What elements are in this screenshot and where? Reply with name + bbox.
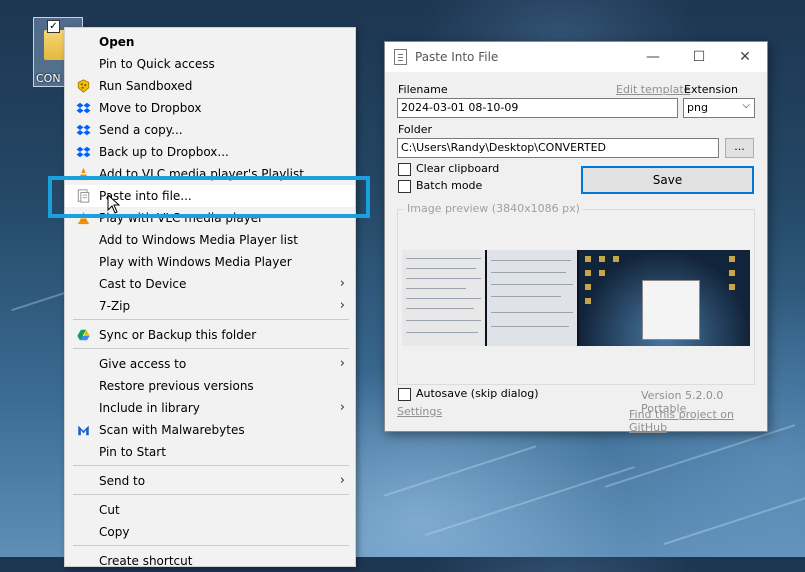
desktop-icon-label: CON [36, 72, 61, 85]
settings-link[interactable]: Settings [397, 405, 442, 418]
menu-separator [73, 465, 349, 466]
app-icon [394, 49, 407, 65]
menu-separator [73, 348, 349, 349]
image-preview-title: Image preview (3840x1086 px) [404, 202, 583, 215]
menu-item-cut[interactable]: Cut [65, 499, 355, 521]
chevron-right-icon: › [339, 473, 345, 488]
menu-item-include-library[interactable]: Include in library › [65, 397, 355, 419]
minimize-button[interactable]: — [633, 45, 673, 69]
dropbox-icon [76, 146, 91, 158]
chevron-right-icon: › [339, 276, 345, 291]
menu-item-play-wmp[interactable]: Play with Windows Media Player [65, 251, 355, 273]
autosave-checkbox[interactable] [398, 388, 411, 401]
clear-clipboard-label: Clear clipboard [416, 162, 500, 175]
window-title: Paste Into File [415, 50, 499, 64]
menu-item-add-wmp-list[interactable]: Add to Windows Media Player list [65, 229, 355, 251]
wallpaper-streak [383, 445, 537, 497]
image-preview [402, 250, 750, 346]
dropbox-icon [76, 124, 91, 136]
menu-item-create-shortcut[interactable]: Create shortcut [65, 550, 355, 572]
folder-input[interactable]: C:\Users\Randy\Desktop\CONVERTED [397, 138, 719, 158]
edit-template-link[interactable]: Edit template [616, 83, 690, 96]
menu-item-pin-start[interactable]: Pin to Start [65, 441, 355, 463]
clear-clipboard-checkbox[interactable] [398, 163, 411, 176]
menu-item-open[interactable]: Open [65, 31, 355, 53]
google-drive-icon [77, 329, 90, 341]
menu-item-send-to[interactable]: Send to › [65, 470, 355, 492]
chevron-right-icon: › [339, 400, 345, 415]
menu-item-scan-malwarebytes[interactable]: Scan with Malwarebytes [65, 419, 355, 441]
menu-separator [73, 545, 349, 546]
menu-item-copy[interactable]: Copy [65, 521, 355, 543]
menu-item-give-access[interactable]: Give access to › [65, 353, 355, 375]
save-button[interactable]: Save [581, 166, 754, 194]
menu-item-run-sandboxed[interactable]: Run Sandboxed [65, 75, 355, 97]
sandboxie-icon [77, 79, 90, 93]
wallpaper-streak [425, 466, 635, 536]
menu-item-pin-quick-access[interactable]: Pin to Quick access [65, 53, 355, 75]
menu-item-send-a-copy[interactable]: Send a copy... [65, 119, 355, 141]
github-link[interactable]: Find this project on GitHub [629, 408, 767, 434]
highlight-annotation [48, 176, 370, 218]
title-bar[interactable]: Paste Into File — ☐ ✕ [385, 42, 767, 72]
chevron-right-icon: › [339, 298, 345, 313]
close-button[interactable]: ✕ [725, 45, 765, 69]
selection-checkbox[interactable]: ✓ [47, 20, 60, 33]
wallpaper-streak [663, 496, 805, 546]
menu-item-move-to-dropbox[interactable]: Move to Dropbox [65, 97, 355, 119]
extension-value: png [687, 101, 708, 114]
batch-mode-label: Batch mode [416, 179, 483, 192]
filename-input[interactable]: 2024-03-01 08-10-09 [397, 98, 678, 118]
menu-item-sync-backup[interactable]: Sync or Backup this folder [65, 324, 355, 346]
preview-screen-left [402, 250, 485, 346]
extension-select[interactable]: png ⌵ [683, 98, 755, 118]
wallpaper-streak [11, 290, 69, 312]
browse-button[interactable]: ... [725, 138, 754, 158]
maximize-button[interactable]: ☐ [679, 45, 719, 69]
malwarebytes-icon [78, 425, 89, 436]
chevron-down-icon: ⌵ [742, 100, 750, 111]
preview-window [642, 280, 700, 340]
menu-item-restore-versions[interactable]: Restore previous versions [65, 375, 355, 397]
menu-item-back-up-dropbox[interactable]: Back up to Dropbox... [65, 141, 355, 163]
preview-screen-middle [487, 250, 577, 346]
filename-label: Filename [398, 83, 448, 96]
folder-label: Folder [398, 123, 432, 136]
context-menu: Open Pin to Quick access Run Sandboxed M… [64, 27, 356, 568]
chevron-right-icon: › [339, 356, 345, 371]
menu-item-cast-to-device[interactable]: Cast to Device › [65, 273, 355, 295]
menu-separator [73, 319, 349, 320]
menu-item-7zip[interactable]: 7-Zip › [65, 295, 355, 317]
extension-label: Extension [684, 83, 739, 96]
autosave-label: Autosave (skip dialog) [416, 387, 539, 400]
menu-separator [73, 494, 349, 495]
batch-mode-checkbox[interactable] [398, 180, 411, 193]
dropbox-icon [76, 102, 91, 114]
paste-into-file-dialog: Paste Into File — ☐ ✕ Filename Edit temp… [384, 41, 768, 434]
image-preview-group: Image preview (3840x1086 px) [397, 202, 755, 385]
